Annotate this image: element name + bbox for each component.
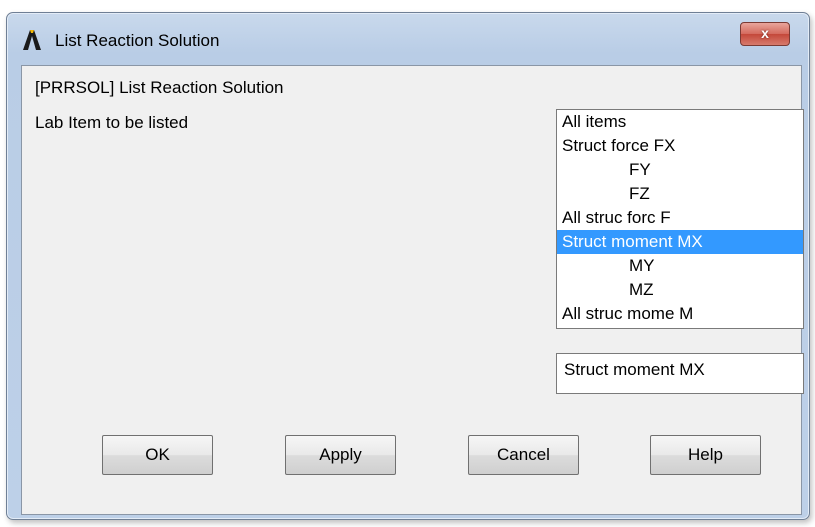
list-item[interactable]: All struc mome M — [557, 302, 803, 326]
item-listbox[interactable]: All items Struct force FX FY FZ All struc fo… — [556, 109, 804, 329]
list-item[interactable]: MZ — [557, 278, 803, 302]
list-item[interactable]: FZ — [557, 182, 803, 206]
list-item[interactable]: FY — [557, 158, 803, 182]
list-item[interactable]: All struc forc F — [557, 206, 803, 230]
ansys-logo-icon — [23, 30, 41, 50]
close-button[interactable]: x — [740, 22, 790, 46]
list-item[interactable]: Struct force FX — [557, 134, 803, 158]
title-bar[interactable]: List Reaction Solution x — [7, 13, 809, 59]
dialog-body: [PRRSOL] List Reaction Solution Lab Item… — [21, 65, 804, 515]
ok-button[interactable]: OK — [102, 435, 213, 475]
help-button[interactable]: Help — [650, 435, 761, 475]
list-item[interactable]: MY — [557, 254, 803, 278]
list-item[interactable]: All items — [557, 110, 803, 134]
cancel-button[interactable]: Cancel — [468, 435, 579, 475]
window-title: List Reaction Solution — [55, 31, 220, 50]
command-heading: [PRRSOL] List Reaction Solution — [35, 78, 284, 97]
list-item[interactable]: Struct moment MX — [557, 230, 803, 254]
dialog-window: List Reaction Solution x [PRRSOL] List R… — [6, 12, 810, 520]
apply-button[interactable]: Apply — [285, 435, 396, 475]
lab-label: Lab Item to be listed — [35, 113, 189, 132]
selected-item-field[interactable]: Struct moment MX — [556, 353, 804, 394]
